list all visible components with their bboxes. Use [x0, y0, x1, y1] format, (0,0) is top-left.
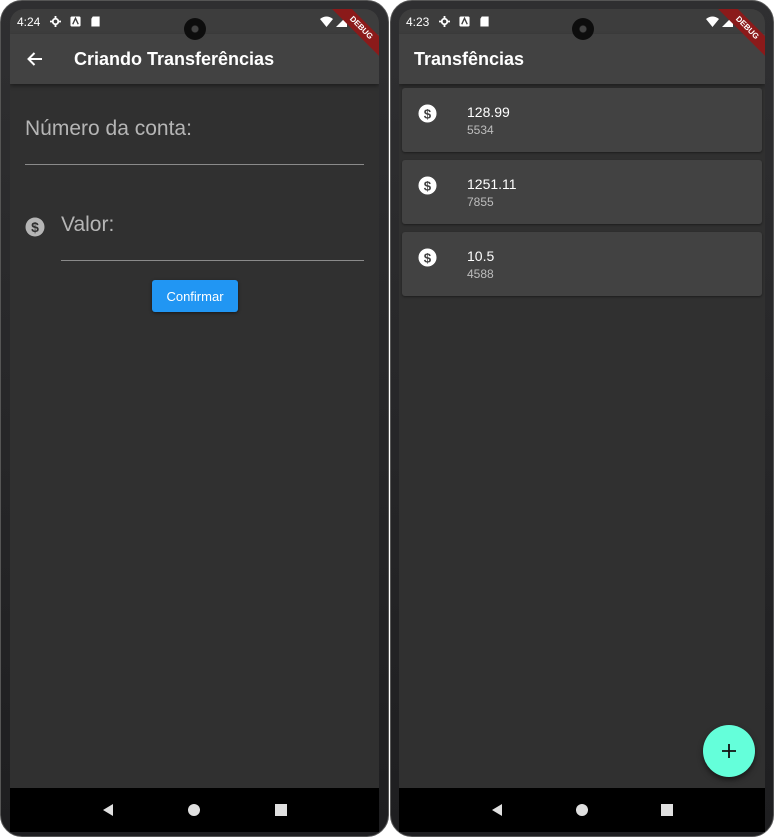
svg-text:$: $	[424, 178, 432, 193]
value-field[interactable]: Valor:	[61, 213, 364, 261]
form-screen: 4:24 DEBUG Criando Transferências Número…	[10, 9, 379, 832]
field-underline	[61, 260, 364, 261]
square-recents-icon	[274, 804, 287, 816]
monetization-icon: $	[418, 248, 437, 267]
app-bar: Transfências	[399, 34, 765, 84]
front-camera	[572, 18, 594, 40]
confirm-button[interactable]: Confirmar	[152, 280, 238, 312]
back-button[interactable]	[10, 34, 60, 84]
app-notification-icon	[70, 16, 81, 27]
account-number-label: Número da conta:	[25, 117, 192, 140]
monetization-icon: $	[418, 104, 437, 123]
app-bar: Criando Transferências	[10, 34, 379, 84]
transfer-card[interactable]: $ 10.5 4588	[402, 232, 762, 296]
sd-card-icon	[480, 16, 489, 27]
sd-card-icon	[91, 16, 100, 27]
transfer-card[interactable]: $ 128.99 5534	[402, 88, 762, 152]
transfer-account: 7855	[467, 195, 494, 209]
nav-recents-button[interactable]	[272, 801, 290, 819]
transfer-value: 10.5	[467, 248, 495, 264]
svg-text:$: $	[424, 106, 432, 121]
phone-list: 4:23 DEBUG Transfências $ 128.99 5534 $ …	[390, 0, 774, 837]
triangle-back-icon	[103, 804, 114, 816]
wifi-icon	[706, 16, 719, 27]
arrow-back-icon	[27, 52, 42, 66]
transfer-value: 1251.11	[467, 176, 517, 192]
transfer-account: 4588	[467, 267, 494, 281]
nav-recents-button[interactable]	[658, 801, 676, 819]
svg-text:$: $	[424, 250, 432, 265]
nav-back-button[interactable]	[488, 801, 506, 819]
monetization-icon: $	[418, 176, 437, 195]
square-recents-icon	[661, 804, 674, 816]
front-camera	[184, 18, 206, 40]
circle-home-icon	[188, 804, 201, 816]
page-title: Criando Transferências	[74, 48, 275, 69]
transfer-card[interactable]: $ 1251.11 7855	[402, 160, 762, 224]
svg-text:$: $	[31, 219, 39, 235]
app-notification-icon	[459, 16, 470, 27]
account-number-field[interactable]: Número da conta:	[25, 117, 364, 165]
page-title: Transfências	[414, 48, 525, 69]
transfer-value: 128.99	[467, 104, 510, 120]
system-nav-bar	[399, 788, 765, 832]
list-screen: 4:23 DEBUG Transfências $ 128.99 5534 $ …	[399, 9, 765, 832]
system-nav-bar	[10, 788, 379, 832]
triangle-back-icon	[491, 804, 502, 816]
value-label: Valor:	[61, 213, 115, 236]
transfer-account: 5534	[467, 123, 494, 137]
monetization-icon: $	[25, 217, 45, 237]
nav-home-button[interactable]	[573, 801, 591, 819]
field-underline	[25, 164, 364, 165]
settings-icon	[50, 16, 62, 27]
add-icon	[722, 744, 736, 758]
status-time: 4:23	[406, 14, 430, 29]
settings-icon	[439, 16, 451, 27]
phone-form: 4:24 DEBUG Criando Transferências Número…	[0, 0, 389, 837]
add-transfer-button[interactable]	[703, 725, 755, 777]
status-time: 4:24	[17, 14, 41, 29]
wifi-icon	[320, 16, 333, 27]
nav-back-button[interactable]	[99, 801, 117, 819]
circle-home-icon	[575, 804, 588, 816]
nav-home-button[interactable]	[185, 801, 203, 819]
